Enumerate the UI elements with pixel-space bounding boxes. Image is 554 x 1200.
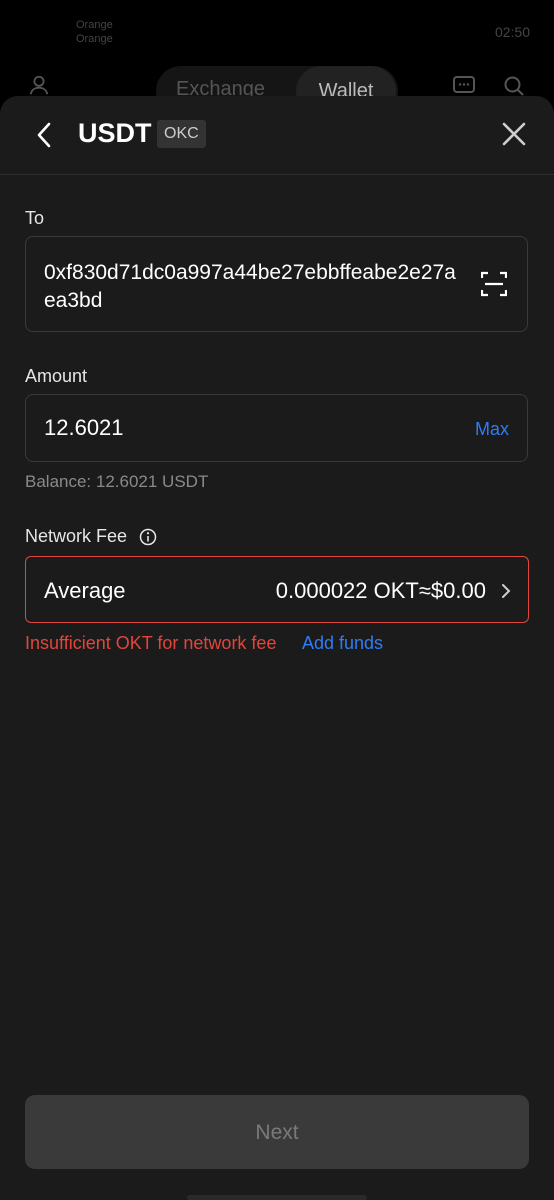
chat-icon — [453, 76, 475, 93]
status-time: 02:50 — [494, 24, 530, 40]
chevron-right-icon — [502, 584, 511, 598]
user-icon — [29, 75, 49, 95]
max-button[interactable]: Max — [475, 419, 509, 440]
amount-input[interactable]: 12.6021 — [44, 415, 124, 441]
sheet-header: USDT OKC — [0, 96, 554, 175]
fee-error-message: Insufficient OKT for network fee — [25, 633, 277, 653]
to-label: To — [25, 208, 45, 228]
next-button[interactable]: Next — [25, 1095, 529, 1169]
status-bar: Orange Orange 02:50 — [0, 0, 554, 60]
address-value[interactable]: 0xf830d71dc0a997a44be27ebbffeabe2e27aea3… — [44, 259, 464, 315]
address-field[interactable]: 0xf830d71dc0a997a44be27ebbffeabe2e27aea3… — [25, 236, 528, 332]
send-sheet: USDT OKC To 0xf830d71dc0a997a44be27ebbff… — [0, 96, 554, 1200]
network-fee-label: Network Fee — [25, 526, 128, 546]
carrier-line-1: Orange — [76, 19, 113, 31]
home-indicator — [187, 1195, 367, 1200]
back-arrow-icon[interactable] — [30, 118, 60, 152]
carrier-line-2: Orange — [76, 33, 113, 45]
amount-label: Amount — [25, 366, 88, 386]
carrier-label: Orange Orange — [76, 18, 113, 46]
background-app-header: Exchange Wallet — [0, 60, 554, 116]
fee-speed: Average — [44, 578, 126, 603]
info-icon[interactable] — [139, 528, 157, 546]
add-funds-link[interactable]: Add funds — [302, 633, 383, 654]
close-icon[interactable] — [500, 120, 528, 148]
search-icon — [504, 76, 524, 96]
scan-icon[interactable] — [481, 270, 507, 298]
fee-value: 0.000022 OKT≈$0.00 — [275, 578, 486, 603]
balance-text: Balance: 12.6021 USDT — [25, 472, 209, 491]
chain-badge: OKC — [157, 120, 206, 148]
amount-field[interactable]: 12.6021 Max — [25, 394, 528, 462]
page-title: USDT — [78, 118, 152, 148]
network-fee-selector[interactable]: Average 0.000022 OKT≈$0.00 — [25, 556, 529, 623]
